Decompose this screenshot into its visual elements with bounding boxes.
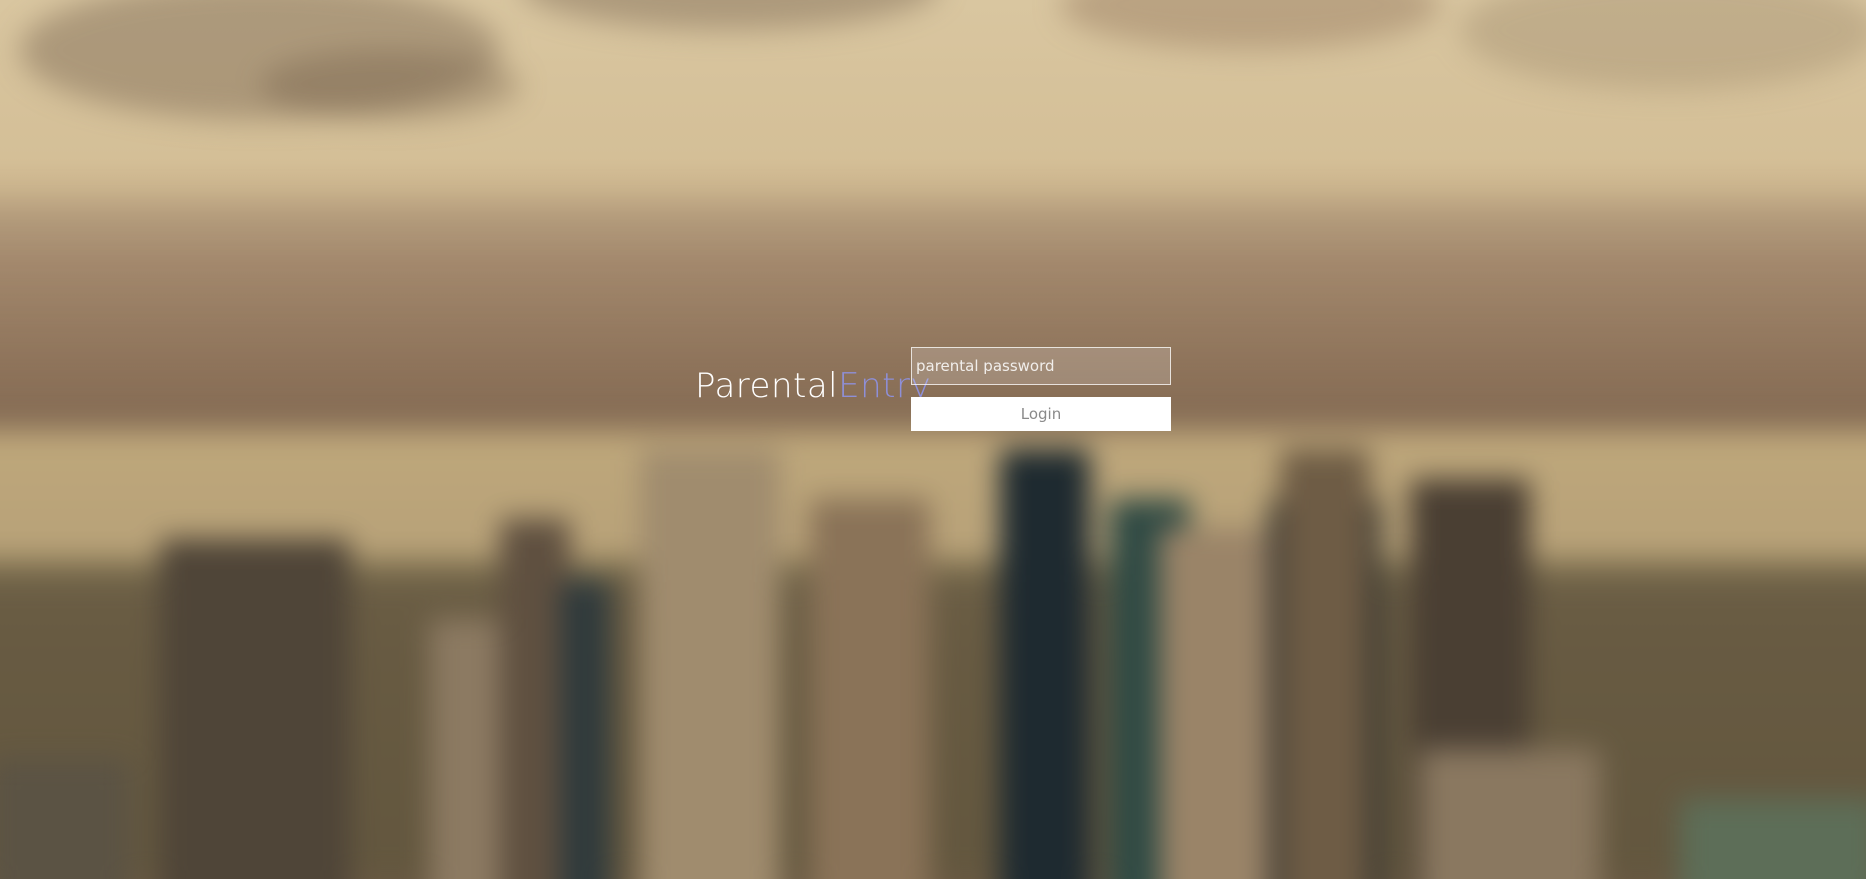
parental-password-input[interactable] (911, 347, 1171, 385)
login-button[interactable]: Login (911, 397, 1171, 431)
logo-text-parental: Parental (695, 366, 839, 406)
city-skyline-image (0, 0, 1866, 879)
login-panel: ParentalEntry Login (695, 346, 1175, 436)
background-image (0, 0, 1866, 879)
app-logo: ParentalEntry (695, 366, 931, 406)
